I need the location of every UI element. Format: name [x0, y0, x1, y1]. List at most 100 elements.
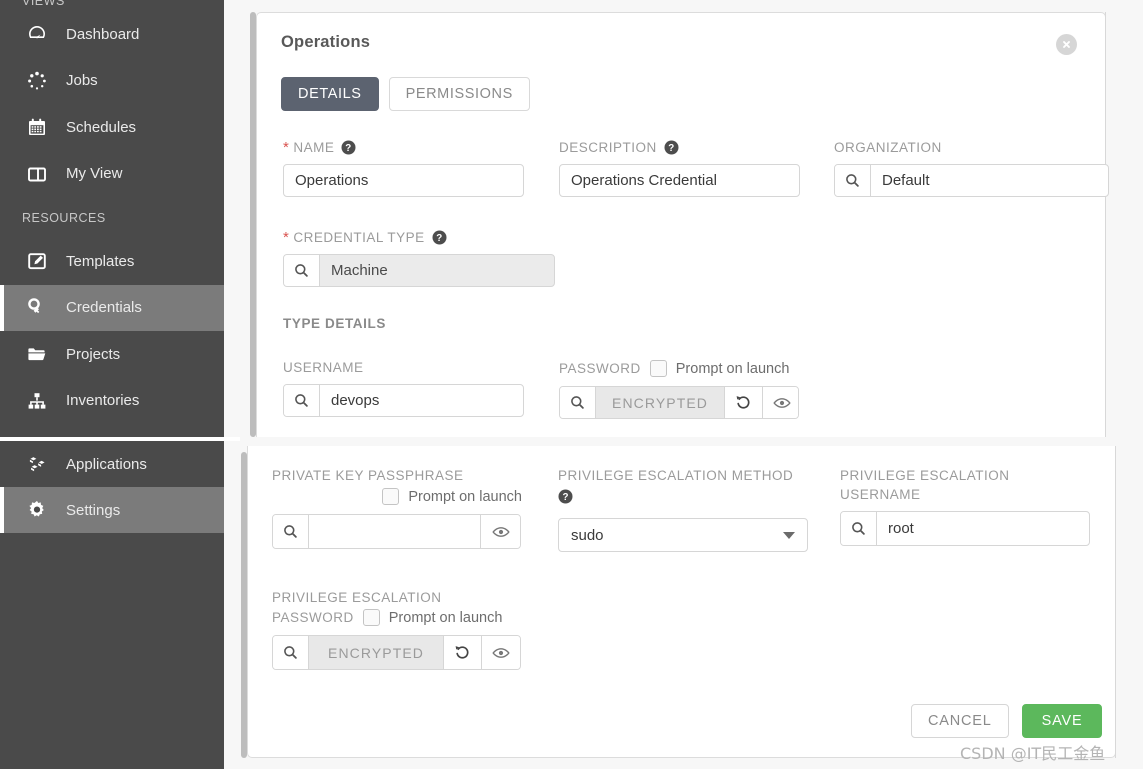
revert-icon[interactable] [725, 387, 763, 418]
privilege-escalation-username-value: root [888, 520, 914, 537]
organization-value: Default [882, 172, 930, 189]
page-title: Operations [281, 33, 371, 51]
eye-icon[interactable] [763, 387, 798, 418]
calendar-icon [22, 116, 52, 138]
sidebar-item-my-view[interactable]: My View [0, 151, 224, 198]
required-asterisk: * [283, 139, 290, 156]
my-view-icon [22, 163, 52, 185]
search-icon[interactable] [835, 165, 871, 196]
sidebar-item-templates[interactable]: Templates [0, 238, 224, 285]
jobs-spinner-icon [22, 70, 52, 92]
password-label: PASSWORD [559, 361, 641, 376]
sidebar-item-credentials[interactable]: Credentials [0, 284, 224, 331]
sidebar-item-schedules[interactable]: Schedules [0, 104, 224, 151]
sidebar-item-label: Applications [66, 455, 147, 473]
search-icon[interactable] [284, 385, 320, 416]
prompt-on-launch-checkbox[interactable] [649, 360, 667, 377]
templates-pencil-icon [22, 250, 52, 272]
search-icon[interactable] [273, 636, 309, 669]
sidebar-section-resources: RESOURCES [22, 211, 106, 225]
sidebar-item-label: Templates [66, 252, 135, 270]
tab-permissions[interactable]: PERMISSIONS [388, 77, 530, 111]
prompt-on-launch-checkbox[interactable] [382, 488, 400, 505]
description-field-group: DESCRIPTION ? Operations Credential [559, 140, 800, 197]
description-label: DESCRIPTION ? [559, 140, 800, 155]
prompt-on-launch-checkbox[interactable] [362, 609, 380, 626]
organization-label: ORGANIZATION [834, 140, 942, 155]
save-button[interactable]: SAVE [1021, 704, 1103, 738]
help-icon[interactable]: ? [432, 230, 447, 245]
tab-details[interactable]: DETAILS [281, 77, 379, 111]
sidebar-item-dashboard[interactable]: Dashboard [0, 11, 224, 58]
prompt-on-launch-label: Prompt on launch [408, 488, 522, 505]
credential-type-label: * CREDENTIAL TYPE ? [283, 230, 555, 245]
help-icon[interactable]: ? [664, 140, 679, 155]
organization-input[interactable]: Default [834, 164, 1109, 197]
sidebar-item-label: Jobs [66, 72, 98, 90]
folder-icon [22, 343, 52, 365]
name-input[interactable]: Operations [283, 164, 524, 197]
panel-right-divider-bottom [1115, 446, 1116, 758]
applications-cubes-icon [22, 453, 52, 476]
sidebar: VIEWS Dashboard Jobs Schedules My View R… [0, 0, 240, 769]
revert-icon[interactable] [444, 636, 482, 669]
sidebar-item-projects[interactable]: Projects [0, 331, 224, 378]
eye-icon[interactable] [482, 636, 520, 669]
dashboard-icon [22, 23, 52, 45]
svg-text:?: ? [346, 143, 352, 154]
password-input[interactable]: ENCRYPTED [559, 386, 799, 419]
sidebar-item-jobs[interactable]: Jobs [0, 58, 224, 105]
key-icon [22, 296, 52, 319]
sidebar-item-label: Schedules [66, 118, 137, 136]
required-asterisk: * [283, 229, 290, 246]
description-value: Operations Credential [571, 172, 717, 189]
privilege-escalation-username-field-group: PRIVILEGE ESCALATION USERNAME root [840, 468, 1090, 546]
prompt-on-launch-label: Prompt on launch [675, 360, 790, 377]
search-icon[interactable] [284, 255, 320, 286]
chevron-down-icon [783, 531, 795, 539]
sidebar-item-applications[interactable]: Applications [0, 441, 224, 487]
privilege-escalation-username-label-line2: USERNAME [840, 487, 921, 502]
credential-type-input[interactable]: Machine [283, 254, 555, 287]
name-field-group: * NAME ? Operations [283, 140, 524, 197]
sidebar-item-label: My View [66, 165, 123, 183]
sidebar-lower-pane: Applications Settings [0, 441, 224, 769]
sidebar-item-settings[interactable]: Settings [0, 487, 224, 533]
username-value: devops [331, 392, 380, 409]
svg-text:?: ? [668, 143, 674, 154]
close-icon[interactable] [1056, 34, 1077, 55]
eye-icon[interactable] [480, 515, 520, 548]
sidebar-item-label: Projects [66, 345, 121, 363]
panel-tabs: DETAILS PERMISSIONS [281, 77, 530, 111]
username-input[interactable]: devops [283, 384, 524, 417]
privilege-escalation-method-field-group: PRIVILEGE ESCALATION METHOD ? sudo [558, 468, 808, 552]
privilege-escalation-password-field-group: PRIVILEGE ESCALATION PASSWORD Prompt on … [272, 590, 521, 670]
svg-text:?: ? [436, 233, 442, 244]
app-root: VIEWS Dashboard Jobs Schedules My View R… [0, 0, 1143, 769]
help-icon[interactable]: ? [558, 489, 573, 504]
sidebar-upper-pane: VIEWS Dashboard Jobs Schedules My View R… [0, 0, 224, 437]
sidebar-item-label: Inventories [66, 392, 140, 410]
search-icon[interactable] [560, 387, 596, 418]
username-field-group: USERNAME devops [283, 360, 524, 417]
search-icon[interactable] [841, 512, 877, 545]
help-icon[interactable]: ? [341, 140, 356, 155]
password-encrypted-value: ENCRYPTED [596, 387, 725, 418]
sidebar-item-label: Credentials [66, 299, 142, 317]
private-key-passphrase-label: PRIVATE KEY PASSPHRASE [272, 468, 464, 483]
private-key-passphrase-input[interactable] [272, 514, 521, 549]
privilege-escalation-username-label-line1: PRIVILEGE ESCALATION [840, 468, 1010, 483]
cancel-button[interactable]: CANCEL [911, 704, 1009, 738]
sidebar-item-inventories[interactable]: Inventories [0, 378, 224, 425]
description-input[interactable]: Operations Credential [559, 164, 800, 197]
privilege-escalation-password-encrypted-value: ENCRYPTED [309, 636, 444, 669]
name-label: * NAME ? [283, 140, 524, 155]
svg-text:?: ? [563, 492, 569, 503]
privilege-escalation-password-input[interactable]: ENCRYPTED [272, 635, 521, 670]
name-value: Operations [295, 172, 369, 189]
privilege-escalation-method-select[interactable]: sudo [558, 518, 808, 552]
search-icon[interactable] [273, 515, 309, 548]
privilege-escalation-username-input[interactable]: root [840, 511, 1090, 546]
credential-type-field-group: * CREDENTIAL TYPE ? Machine [283, 230, 555, 287]
private-key-passphrase-value [309, 515, 480, 548]
